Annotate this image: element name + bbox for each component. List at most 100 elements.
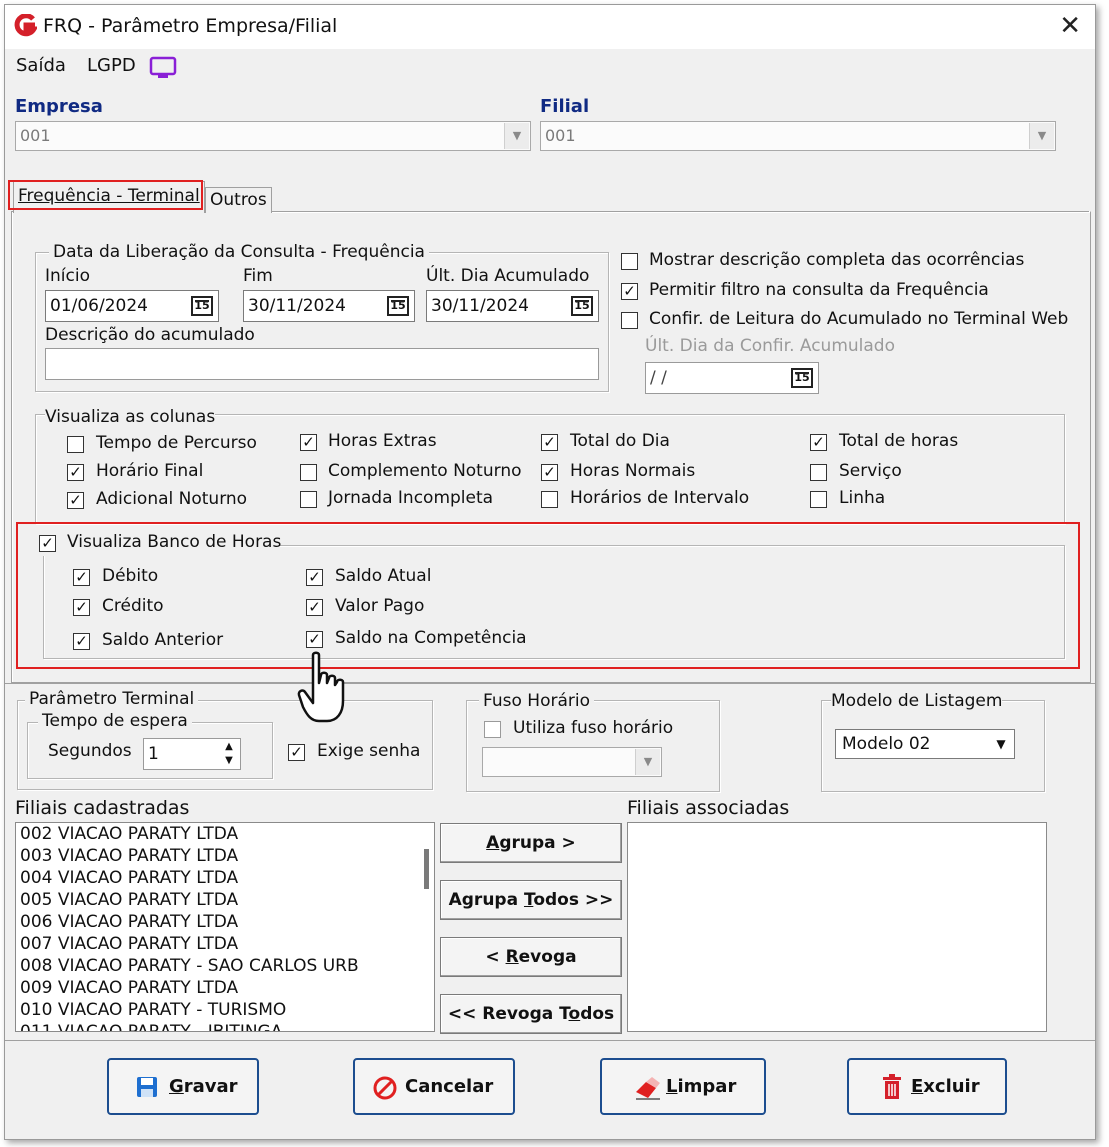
footer-separator xyxy=(5,1040,1095,1041)
gravar-button[interactable]: Gravar xyxy=(107,1058,259,1115)
eraser-icon xyxy=(636,1077,660,1100)
utiliza-fuso-checkbox[interactable] xyxy=(484,721,501,738)
col-jornada-incompleta-checkbox[interactable] xyxy=(300,491,317,508)
fim-date-value: 30/11/2024 xyxy=(248,296,346,316)
chevron-down-icon: ▼ xyxy=(996,737,1006,751)
banco-saldo-atual-label: Saldo Atual xyxy=(335,566,432,586)
col-linha-checkbox[interactable] xyxy=(810,491,827,508)
revoga-button[interactable]: < Revoga xyxy=(440,937,622,977)
mostrar-descricao-checkbox[interactable] xyxy=(621,253,638,270)
cancelar-button[interactable]: Cancelar xyxy=(353,1058,515,1115)
cadastradas-rows: 002 VIACAO PARATY LTDA 003 VIACAO PARATY … xyxy=(16,823,434,1031)
excluir-button[interactable]: Excluir xyxy=(847,1058,1007,1115)
ult-confir-date-input[interactable]: / / 15 xyxy=(645,362,819,394)
ult-acumulado-date-input[interactable]: 30/11/2024 15 xyxy=(426,290,599,322)
dialog-window: FRQ - Parâmetro Empresa/Filial ✕ Saída L… xyxy=(4,4,1096,1140)
associadas-list[interactable] xyxy=(627,822,1047,1032)
list-item[interactable]: 004 VIACAO PARATY LTDA xyxy=(16,867,434,889)
revoga-todos-button[interactable]: << Revoga Todos xyxy=(440,994,622,1034)
list-item[interactable]: 006 VIACAO PARATY LTDA xyxy=(16,911,434,933)
calendar-icon[interactable]: 15 xyxy=(571,296,593,316)
permitir-filtro-checkbox[interactable]: ✓ xyxy=(621,283,638,300)
limpar-button[interactable]: Limpar xyxy=(600,1058,766,1115)
menu-saida[interactable]: Saída xyxy=(16,55,66,76)
tab-outros-label: Outros xyxy=(210,190,267,210)
banco-horas-checkbox[interactable]: ✓ xyxy=(39,535,56,552)
calendar-icon[interactable]: 15 xyxy=(791,368,813,388)
list-item[interactable]: 005 VIACAO PARATY LTDA xyxy=(16,889,434,911)
col-adicional-noturno-checkbox[interactable]: ✓ xyxy=(67,492,84,509)
agrupa-todos-button[interactable]: Agrupa Todos >> xyxy=(440,880,622,920)
list-item[interactable]: 008 VIACAO PARATY - SAO CARLOS URB xyxy=(16,955,434,977)
banco-valor-pago-label: Valor Pago xyxy=(335,596,425,616)
list-item[interactable]: 002 VIACAO PARATY LTDA xyxy=(16,823,434,845)
col-horas-extras-checkbox[interactable]: ✓ xyxy=(300,434,317,451)
trash-icon xyxy=(883,1074,901,1099)
filial-select[interactable]: 001 ▼ xyxy=(540,121,1056,151)
col-tempo-percurso-label: Tempo de Percurso xyxy=(96,433,257,453)
col-total-horas-checkbox[interactable]: ✓ xyxy=(810,434,827,451)
inicio-date-input[interactable]: 01/06/2024 15 xyxy=(45,290,219,322)
menu-lgpd[interactable]: LGPD xyxy=(87,55,136,76)
liberacao-title: Data da Liberação da Consulta - Frequênc… xyxy=(49,242,429,262)
cadastradas-list[interactable]: 002 VIACAO PARATY LTDA 003 VIACAO PARATY … xyxy=(15,822,435,1032)
banco-valor-pago-checkbox[interactable]: ✓ xyxy=(306,599,323,616)
col-horarios-intervalo-checkbox[interactable] xyxy=(541,491,558,508)
col-complemento-noturno-label: Complemento Noturno xyxy=(328,461,522,481)
confir-leitura-checkbox[interactable] xyxy=(621,312,638,329)
list-item[interactable]: 003 VIACAO PARATY LTDA xyxy=(16,845,434,867)
calendar-icon[interactable]: 15 xyxy=(191,296,213,316)
calendar-icon[interactable]: 15 xyxy=(387,296,409,316)
fuso-select[interactable]: ▼ xyxy=(482,747,662,777)
segundos-spinner[interactable]: 1 ▲ ▼ xyxy=(143,738,241,770)
col-linha-label: Linha xyxy=(839,488,886,508)
list-item[interactable]: 009 VIACAO PARATY LTDA xyxy=(16,977,434,999)
spinner-up-icon[interactable]: ▲ xyxy=(219,740,239,754)
col-servico-label: Serviço xyxy=(839,461,902,481)
empresa-select[interactable]: 001 ▼ xyxy=(15,121,531,151)
modelo-title: Modelo de Listagem xyxy=(831,691,1003,711)
spinner-down-icon[interactable]: ▼ xyxy=(219,754,239,768)
col-tempo-percurso-checkbox[interactable] xyxy=(67,436,84,453)
list-item[interactable]: 011 VIACAO PARATY - IBITINGA xyxy=(16,1021,434,1031)
fim-date-input[interactable]: 30/11/2024 15 xyxy=(243,290,415,322)
fuso-title: Fuso Horário xyxy=(479,691,594,711)
col-total-dia-checkbox[interactable]: ✓ xyxy=(541,434,558,451)
inicio-date-value: 01/06/2024 xyxy=(50,296,148,316)
col-horas-normais-label: Horas Normais xyxy=(570,461,696,481)
banco-debito-checkbox[interactable]: ✓ xyxy=(73,569,90,586)
list-scrollbar-thumb[interactable] xyxy=(424,849,429,889)
tab-outros[interactable]: Outros xyxy=(205,187,272,213)
empresa-value: 001 xyxy=(20,126,51,145)
col-complemento-noturno-checkbox[interactable] xyxy=(300,464,317,481)
cancel-icon xyxy=(373,1076,397,1100)
banco-saldo-competencia-checkbox[interactable]: ✓ xyxy=(306,631,323,648)
ult-confir-date-value: / / xyxy=(650,368,667,388)
utiliza-fuso-label: Utiliza fuso horário xyxy=(513,718,674,738)
monitor-icon[interactable] xyxy=(149,56,177,80)
confir-leitura-label: Confir. de Leitura do Acumulado no Termi… xyxy=(649,309,1069,329)
banco-saldo-atual-checkbox[interactable]: ✓ xyxy=(306,569,323,586)
col-horas-normais-checkbox[interactable]: ✓ xyxy=(541,464,558,481)
modelo-select[interactable]: Modelo 02 ▼ xyxy=(835,729,1015,759)
permitir-filtro-label: Permitir filtro na consulta da Frequênci… xyxy=(649,280,989,300)
descricao-acumulado-input[interactable] xyxy=(45,348,599,380)
agrupa-button[interactable]: Agrupa > xyxy=(440,823,622,863)
ult-acumulado-date-value: 30/11/2024 xyxy=(431,296,529,316)
cadastradas-label: Filiais cadastradas xyxy=(15,797,190,819)
col-horario-final-checkbox[interactable]: ✓ xyxy=(67,464,84,481)
col-servico-checkbox[interactable] xyxy=(810,464,827,481)
chevron-down-icon: ▼ xyxy=(635,749,660,775)
banco-saldo-anterior-label: Saldo Anterior xyxy=(102,630,224,650)
banco-credito-checkbox[interactable]: ✓ xyxy=(73,599,90,616)
ult-confir-label: Últ. Dia da Confir. Acumulado xyxy=(645,336,895,356)
window-title: FRQ - Parâmetro Empresa/Filial xyxy=(43,15,338,37)
exige-senha-checkbox[interactable]: ✓ xyxy=(288,744,305,761)
list-item[interactable]: 007 VIACAO PARATY LTDA xyxy=(16,933,434,955)
close-icon[interactable]: ✕ xyxy=(1059,11,1081,41)
title-bar: FRQ - Parâmetro Empresa/Filial ✕ xyxy=(5,5,1095,49)
associadas-label: Filiais associadas xyxy=(627,797,790,819)
banco-credito-label: Crédito xyxy=(102,596,164,616)
banco-saldo-anterior-checkbox[interactable]: ✓ xyxy=(73,633,90,650)
list-item[interactable]: 010 VIACAO PARATY - TURISMO xyxy=(16,999,434,1021)
